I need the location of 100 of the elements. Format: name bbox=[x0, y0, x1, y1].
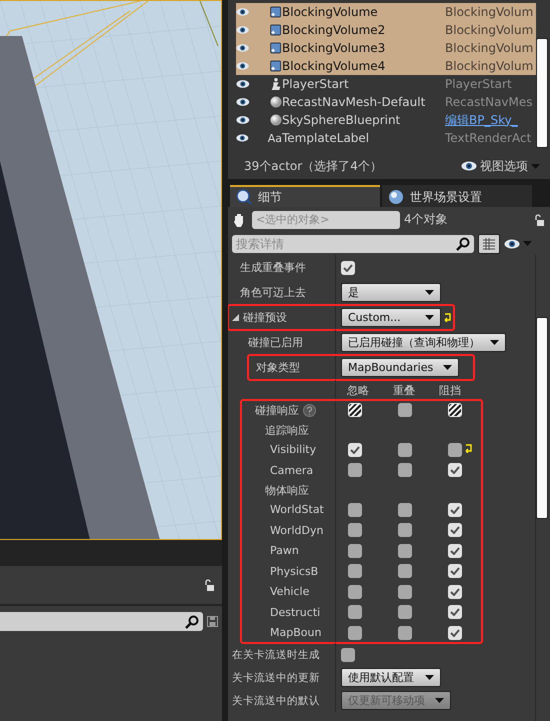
checkbox[interactable] bbox=[398, 502, 412, 517]
checkbox[interactable] bbox=[448, 502, 462, 517]
outliner-row[interactable]: BlockingVolume4 BlockingVolum bbox=[236, 57, 536, 75]
eye-icon[interactable] bbox=[236, 97, 250, 107]
search-field[interactable] bbox=[0, 612, 203, 631]
outliner-row[interactable]: RecastNavMesh-Default RecastNavMes bbox=[236, 93, 536, 111]
info-icon bbox=[236, 189, 252, 205]
checkbox[interactable] bbox=[348, 544, 362, 558]
checkbox[interactable] bbox=[348, 626, 362, 640]
checkbox[interactable] bbox=[398, 463, 412, 478]
eye-icon[interactable] bbox=[236, 133, 249, 143]
outliner-row[interactable]: SkySphereBlueprint 编辑BP_Sky_ bbox=[236, 111, 536, 129]
lock-icon[interactable] bbox=[204, 579, 214, 591]
expand-triangle-icon[interactable] bbox=[232, 314, 239, 321]
group-label: 物体响应 bbox=[265, 482, 309, 498]
checkbox[interactable] bbox=[348, 403, 362, 418]
checkbox[interactable] bbox=[398, 403, 412, 418]
text-actor-icon: Aa bbox=[268, 132, 282, 144]
dropdown[interactable]: 已启用碰撞（查询和物理） bbox=[341, 333, 506, 352]
eye-icon[interactable] bbox=[236, 25, 250, 35]
checkbox[interactable] bbox=[398, 544, 412, 558]
checkbox[interactable] bbox=[448, 463, 462, 478]
outliner-row[interactable]: BlockingVolume3 BlockingVolum bbox=[236, 39, 536, 57]
checkbox[interactable] bbox=[448, 605, 462, 620]
caret-icon bbox=[435, 698, 444, 703]
object-count: 4个对象 bbox=[404, 211, 449, 228]
checkbox[interactable] bbox=[448, 544, 462, 558]
dropdown[interactable]: 使用默认配置 bbox=[341, 668, 441, 687]
visibility-options-button[interactable] bbox=[504, 238, 532, 248]
eye-icon[interactable] bbox=[236, 79, 250, 89]
property-label: 关卡流送中的更新 bbox=[232, 670, 320, 684]
outliner-row[interactable]: PlayerStart PlayerStart bbox=[236, 75, 536, 93]
caret-icon bbox=[523, 241, 532, 246]
search-icon bbox=[185, 614, 199, 628]
channel-label: PhysicsB bbox=[270, 564, 318, 578]
eye-icon[interactable] bbox=[504, 238, 520, 248]
caret-icon bbox=[531, 164, 540, 168]
channel-label: WorldDyn bbox=[270, 524, 324, 537]
lock-icon[interactable] bbox=[534, 214, 544, 226]
checkbox[interactable] bbox=[448, 442, 462, 457]
outliner-row[interactable]: AaTemplateLabel TextRenderAct bbox=[236, 129, 536, 147]
checkbox[interactable] bbox=[398, 605, 412, 620]
eye-icon[interactable] bbox=[236, 7, 250, 17]
checkbox[interactable] bbox=[398, 626, 412, 640]
checkbox[interactable] bbox=[348, 523, 362, 538]
checkbox[interactable] bbox=[348, 442, 362, 457]
checkbox[interactable] bbox=[398, 442, 412, 457]
checkbox[interactable] bbox=[448, 584, 462, 599]
edit-blueprint-link[interactable]: 编辑BP_Sky_ bbox=[445, 112, 518, 128]
eye-icon[interactable] bbox=[236, 61, 250, 71]
checkbox[interactable] bbox=[348, 564, 362, 578]
checkbox[interactable] bbox=[448, 564, 462, 578]
dropdown[interactable]: MapBoundaries bbox=[341, 358, 460, 377]
checkbox[interactable] bbox=[398, 523, 412, 538]
channel-label: Destructi bbox=[270, 606, 320, 619]
panel-tab[interactable]: 世界场景设置 bbox=[382, 185, 532, 207]
cube-icon bbox=[268, 4, 282, 20]
checkbox[interactable] bbox=[348, 605, 362, 620]
checkbox[interactable] bbox=[398, 564, 412, 578]
help-icon[interactable] bbox=[303, 404, 316, 417]
checkbox[interactable] bbox=[448, 403, 462, 418]
checkbox[interactable] bbox=[341, 648, 355, 662]
outliner-row[interactable]: BlockingVolume BlockingVolum bbox=[236, 3, 536, 21]
checkbox[interactable] bbox=[348, 502, 362, 517]
scrollbar-thumb[interactable] bbox=[536, 317, 548, 519]
channel-label: WorldStat bbox=[270, 503, 324, 516]
checkbox[interactable] bbox=[341, 260, 355, 274]
eye-icon[interactable] bbox=[236, 43, 250, 53]
selection-field[interactable]: <选中的对象> bbox=[252, 210, 400, 228]
column-header: 忽略 bbox=[347, 382, 369, 398]
checkbox[interactable] bbox=[348, 584, 362, 599]
eye-icon[interactable] bbox=[236, 115, 250, 125]
save-icon[interactable] bbox=[207, 616, 218, 627]
panel-tab[interactable]: 细节 bbox=[230, 185, 380, 207]
reset-arrow-icon[interactable] bbox=[444, 313, 451, 322]
actor-name: BlockingVolume4 bbox=[282, 59, 386, 73]
dropdown[interactable]: Custom... bbox=[341, 308, 441, 327]
checkbox[interactable] bbox=[398, 584, 412, 599]
grid-view-button[interactable] bbox=[478, 234, 500, 254]
scrollbar-thumb[interactable] bbox=[536, 38, 548, 148]
globe-icon bbox=[388, 189, 404, 205]
dropdown[interactable]: 是 bbox=[341, 283, 441, 302]
cube-icon bbox=[268, 58, 282, 74]
actor-count: 39个actor（选择了4个） bbox=[244, 158, 382, 174]
caret-icon bbox=[425, 315, 434, 320]
eye-icon[interactable] bbox=[461, 161, 477, 171]
actor-type: BlockingVolum bbox=[445, 23, 534, 37]
actor-name: BlockingVolume3 bbox=[282, 41, 386, 55]
channel-label: Vehicle bbox=[270, 585, 310, 598]
channel-label: Pawn bbox=[270, 544, 299, 558]
view-options-button[interactable]: 视图选项 bbox=[461, 158, 540, 174]
search-field[interactable]: 搜索详情 bbox=[232, 234, 474, 252]
checkbox[interactable] bbox=[348, 463, 362, 478]
property-label: 生成重叠事件 bbox=[240, 260, 306, 275]
actor-name: TemplateLabel bbox=[282, 131, 370, 145]
checkbox[interactable] bbox=[448, 523, 462, 538]
outliner-row[interactable]: BlockingVolume2 BlockingVolum bbox=[236, 21, 536, 39]
actor-type: BlockingVolum bbox=[445, 59, 534, 73]
reset-arrow-icon[interactable] bbox=[465, 444, 472, 454]
checkbox[interactable] bbox=[448, 626, 462, 640]
